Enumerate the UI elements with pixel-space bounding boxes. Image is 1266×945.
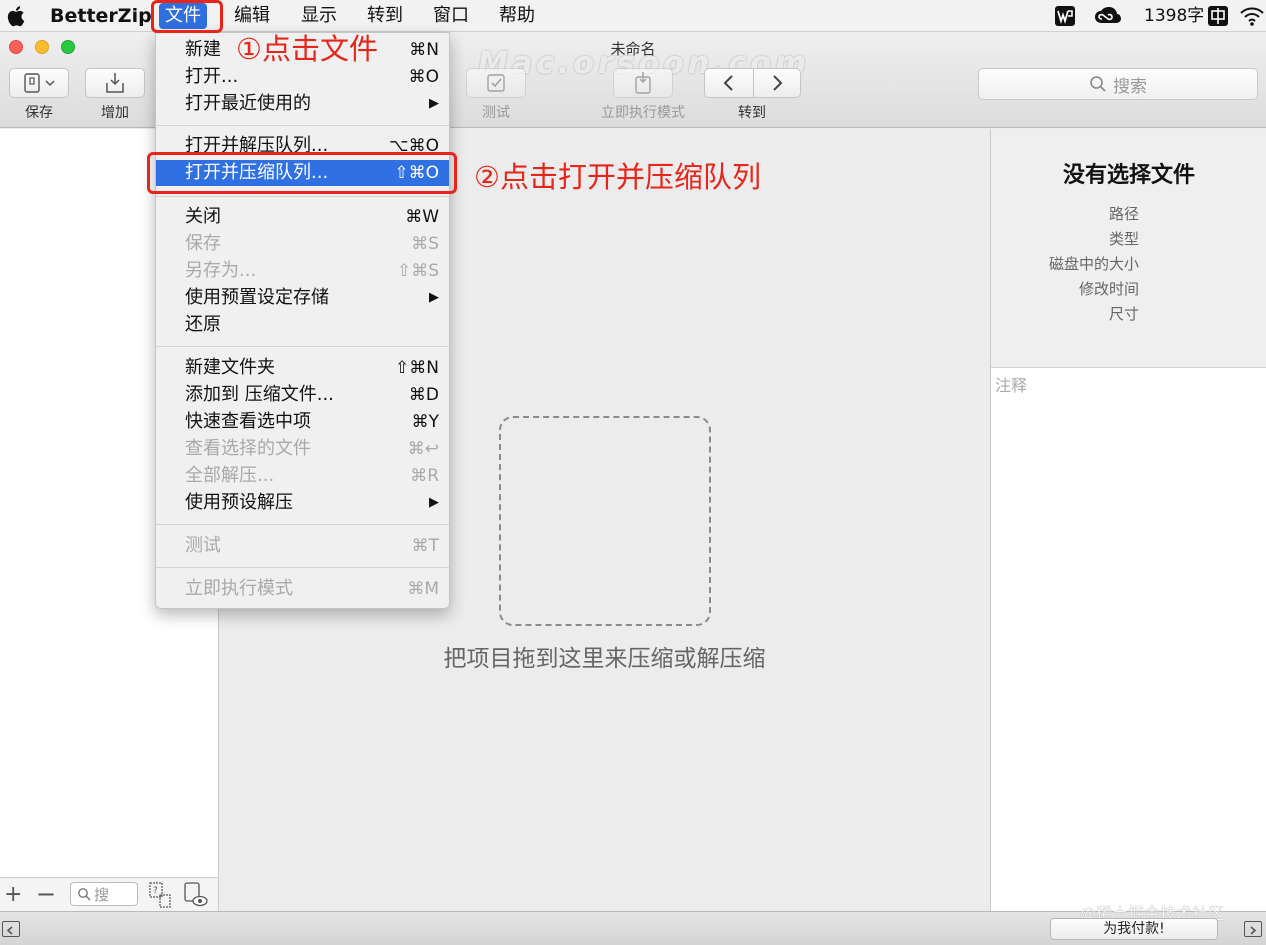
back-button[interactable] (704, 68, 754, 98)
menu-item-add-to-archive[interactable]: 添加到 压缩文件... ⌘D (156, 382, 449, 408)
dimensions-label: 尺寸 (1108, 305, 1139, 323)
modified-label: 修改时间 (1078, 280, 1139, 298)
annotation-step-2: ②点击打开并压缩队列 (474, 160, 761, 194)
save-button[interactable] (9, 68, 69, 98)
save-label: 保存 (25, 105, 53, 121)
menu-item-save-as: 另存为... ⇧⌘S (185, 260, 439, 281)
file-info-box: 没有选择文件 路径 类型 磁盘中的大小 修改时间 尺寸 (991, 129, 1266, 368)
inspector-panel: 没有选择文件 路径 类型 磁盘中的大小 修改时间 尺寸 注释 (990, 129, 1266, 911)
add-button[interactable] (85, 68, 145, 98)
menu-separator (156, 196, 449, 197)
instant-mode-label: 立即执行模式 (601, 105, 685, 121)
creative-cloud-icon[interactable] (1094, 6, 1122, 26)
menu-separator (156, 524, 449, 525)
search-input[interactable]: 搜索 (978, 68, 1258, 100)
save-archive-icon (24, 73, 55, 93)
menu-edit[interactable]: 编辑 (234, 5, 270, 27)
menu-item-view-selected: 查看选择的文件 ⌘↩ (185, 438, 439, 459)
word-count-status[interactable]: 1398字 (1144, 4, 1204, 28)
sidebar-search-input[interactable]: 搜 (70, 882, 138, 906)
search-placeholder: 搜索 (1113, 76, 1147, 97)
wifi-icon[interactable] (1239, 5, 1265, 27)
menu-item-save: 保存 ⌘S (185, 233, 439, 254)
toggle-inspector-button[interactable] (1244, 921, 1262, 937)
menu-item-extract-all: 全部解压... ⌘R (185, 465, 439, 486)
search-icon (78, 888, 91, 901)
drop-hint: 把项目拖到这里来压缩或解压缩 (443, 646, 766, 672)
no-selection-title: 没有选择文件 (1062, 163, 1195, 188)
status-bar: @稀土掘金技术社区 为我付款! (0, 904, 1266, 945)
menu-item-quick-look[interactable]: 快速查看选中项 ⌘Y (156, 409, 449, 435)
archive-info-icon[interactable]: ? (148, 881, 174, 909)
annotation-box-file-menu (151, 0, 223, 33)
instant-mode-icon (635, 72, 651, 94)
menu-separator (156, 125, 449, 126)
annotation-box-compress-queue (147, 152, 457, 194)
type-label: 类型 (1108, 230, 1139, 248)
chevron-right-icon (773, 75, 783, 91)
remove-item-button[interactable]: − (36, 880, 56, 908)
test-label: 测试 (482, 105, 510, 121)
search-icon (1090, 76, 1106, 92)
menu-separator (156, 567, 449, 568)
svg-text:?: ? (153, 886, 158, 896)
sidebar-search-placeholder: 搜 (94, 885, 110, 904)
comment-field[interactable]: 注释 (995, 372, 1027, 396)
toggle-sidebar-button[interactable] (2, 921, 20, 937)
menu-app-name[interactable]: BetterZip (50, 5, 152, 27)
menu-window[interactable]: 窗口 (433, 5, 469, 27)
drop-zone[interactable] (499, 416, 711, 626)
menu-item-close[interactable]: 关闭 ⌘W (156, 204, 449, 230)
path-label: 路径 (1108, 205, 1139, 223)
sidebar-bottom-bar: + − 搜 ? (0, 877, 219, 911)
wps-icon[interactable] (1054, 5, 1076, 27)
menu-go[interactable]: 转到 (367, 5, 403, 27)
menu-item-revert[interactable]: 还原 (156, 312, 449, 338)
forward-button[interactable] (753, 68, 801, 98)
menu-item-open-recent[interactable]: 打开最近使用的 ▶ (156, 91, 449, 117)
checkbox-icon (487, 74, 505, 92)
menu-item-instant-mode: 立即执行模式 ⌘M (185, 578, 439, 599)
input-method-icon[interactable] (1207, 5, 1229, 27)
instant-mode-button[interactable] (613, 68, 673, 98)
add-file-icon (106, 73, 124, 93)
test-button[interactable] (466, 68, 526, 98)
menu-item-new-folder[interactable]: 新建文件夹 ⇧⌘N (156, 355, 449, 381)
goto-label: 转到 (738, 105, 766, 121)
size-label: 磁盘中的大小 (1048, 255, 1139, 273)
annotation-step-1: ①点击文件 (236, 32, 378, 66)
add-item-button[interactable]: + (4, 882, 22, 907)
file-menu-dropdown: 新建 ⌘N 打开... ⌘O 打开最近使用的 ▶ 打开并解压队列... ⌥⌘O 打开并压… (155, 32, 450, 609)
menu-item-test: 测试 ⌘T (185, 535, 439, 556)
menu-item-save-with-preset[interactable]: 使用预置设定存储 ▶ (156, 285, 449, 311)
chevron-left-icon (723, 75, 733, 91)
sidebar-right-icon (1250, 926, 1257, 935)
menu-separator (156, 346, 449, 347)
quick-look-icon[interactable] (183, 881, 209, 909)
menu-help[interactable]: 帮助 (499, 5, 535, 27)
donate-button[interactable]: 为我付款! (1050, 918, 1218, 940)
sidebar-left-icon (6, 926, 13, 935)
menu-view[interactable]: 显示 (301, 5, 337, 27)
apple-logo-icon[interactable] (6, 4, 28, 28)
add-label: 增加 (101, 105, 129, 121)
menu-item-extract-with-preset[interactable]: 使用预设解压 ▶ (156, 490, 449, 516)
